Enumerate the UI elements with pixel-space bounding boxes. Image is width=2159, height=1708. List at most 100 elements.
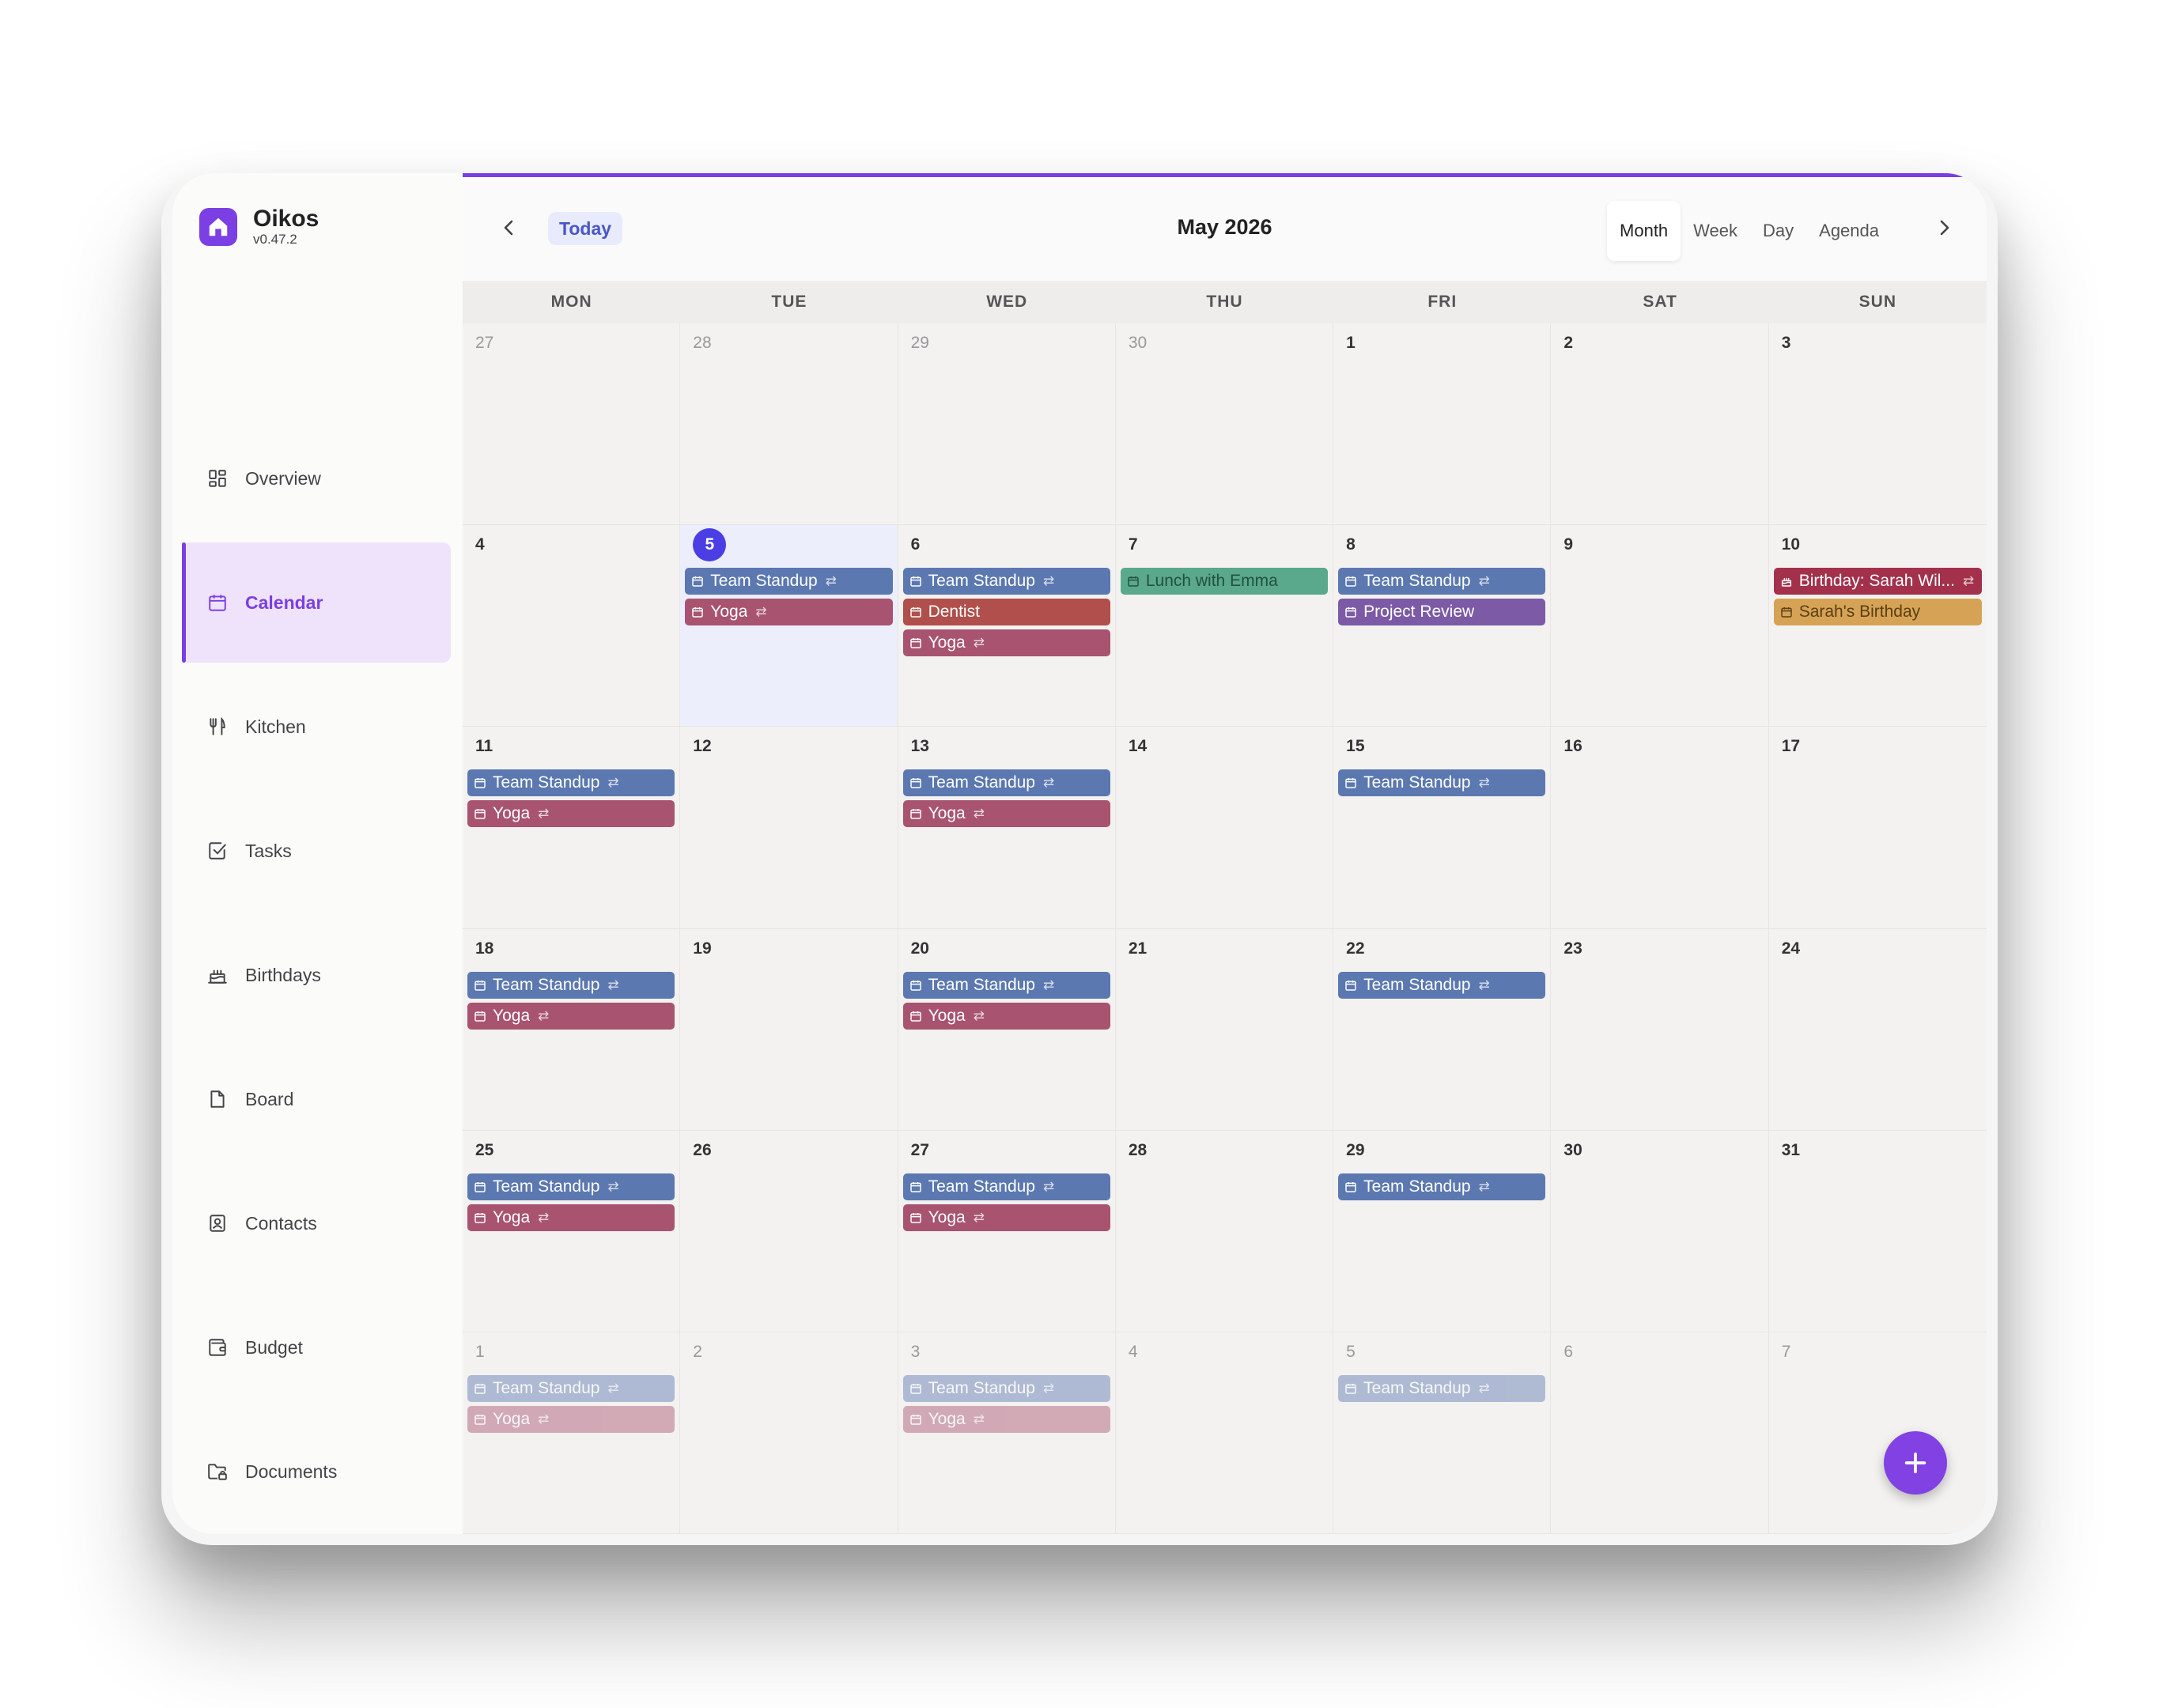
day-cell[interactable]: 19 <box>680 928 898 1131</box>
event-project-review[interactable]: Project Review <box>1338 599 1546 626</box>
repeat-icon: ⇄ <box>973 806 985 822</box>
sidebar-item-birthdays[interactable]: Birthdays <box>182 915 451 1035</box>
day-cell[interactable]: 10 Birthday: Sarah Wil... ⇄ Sarah's Birthda… <box>1768 525 1987 727</box>
day-cell[interactable]: 6 <box>1551 1332 1769 1534</box>
day-cell[interactable]: 12 <box>680 727 898 929</box>
chevron-right-icon <box>1940 220 1949 236</box>
view-week-button[interactable]: Week <box>1681 201 1750 261</box>
event-team-standup[interactable]: Team Standup ⇄ <box>1338 769 1546 797</box>
day-cell[interactable]: 26 <box>680 1130 898 1332</box>
day-cell[interactable]: 30 <box>1551 1130 1769 1332</box>
day-number: 19 <box>693 939 712 958</box>
calendar-icon <box>1344 777 1363 789</box>
event-title: Team Standup <box>1363 1378 1471 1397</box>
day-cell[interactable]: 30 <box>1115 323 1334 526</box>
day-cell[interactable]: 7 Lunch with Emma <box>1115 525 1334 727</box>
day-cell[interactable]: 1 Team Standup ⇄ Yoga ⇄ <box>463 1332 681 1534</box>
sidebar-item-board[interactable]: Board <box>182 1039 451 1159</box>
day-cell[interactable]: 7 <box>1768 1332 1987 1534</box>
event-team-standup[interactable]: Team Standup ⇄ <box>467 1374 675 1402</box>
view-month-button[interactable]: Month <box>1607 201 1681 261</box>
sidebar-item-calendar[interactable]: Calendar <box>182 542 451 663</box>
day-cell[interactable]: 3 <box>1768 323 1987 526</box>
day-cell[interactable]: 28 <box>1115 1130 1334 1332</box>
day-cell[interactable]: 8 Team Standup ⇄ Project Review <box>1333 525 1552 727</box>
event-team-standup[interactable]: Team Standup ⇄ <box>685 568 893 595</box>
sidebar-item-documents[interactable]: Documents <box>182 1411 451 1532</box>
day-cell[interactable]: 14 <box>1115 727 1334 929</box>
wallet-icon <box>206 1336 229 1359</box>
event-yoga[interactable]: Yoga ⇄ <box>467 1204 675 1231</box>
view-day-button[interactable]: Day <box>1750 201 1806 261</box>
repeat-icon: ⇄ <box>607 775 619 791</box>
sidebar-item-kitchen[interactable]: Kitchen <box>182 667 451 787</box>
event-yoga[interactable]: Yoga ⇄ <box>902 1204 1110 1231</box>
day-cell[interactable]: 21 <box>1115 928 1334 1131</box>
sidebar-item-budget[interactable]: Budget <box>182 1287 451 1408</box>
day-cell[interactable]: 27 Team Standup ⇄ Yoga ⇄ <box>898 1130 1116 1332</box>
event-team-standup[interactable]: Team Standup ⇄ <box>1338 568 1546 595</box>
event-team-standup[interactable]: Team Standup ⇄ <box>902 971 1110 999</box>
view-agenda-button[interactable]: Agenda <box>1806 201 1892 261</box>
day-cell[interactable]: 27 <box>463 323 681 526</box>
repeat-icon: ⇄ <box>755 604 767 620</box>
event-team-standup[interactable]: Team Standup ⇄ <box>467 769 675 797</box>
day-cell[interactable]: 20 Team Standup ⇄ Yoga ⇄ <box>898 928 1116 1131</box>
event-birthday-sarah-wil[interactable]: Birthday: Sarah Wil... ⇄ <box>1773 568 1982 595</box>
event-yoga[interactable]: Yoga ⇄ <box>902 1002 1110 1030</box>
day-cell[interactable]: 29 Team Standup ⇄ <box>1333 1130 1552 1332</box>
day-cell[interactable]: 24 <box>1768 929 1987 1131</box>
add-event-button[interactable] <box>1884 1431 1947 1494</box>
event-yoga[interactable]: Yoga ⇄ <box>467 1002 675 1030</box>
repeat-icon: ⇄ <box>538 1209 550 1225</box>
event-dentist[interactable]: Dentist <box>902 599 1110 626</box>
repeat-icon: ⇄ <box>1043 775 1055 791</box>
event-team-standup[interactable]: Team Standup ⇄ <box>902 568 1110 595</box>
event-yoga[interactable]: Yoga ⇄ <box>902 629 1110 657</box>
day-cell[interactable]: 17 <box>1768 727 1987 929</box>
weekday-label: TUE <box>771 293 807 311</box>
day-cell[interactable]: 16 <box>1551 727 1769 929</box>
day-cell[interactable]: 31 <box>1768 1131 1987 1332</box>
event-sarah-s-birthday[interactable]: Sarah's Birthday <box>1773 599 1982 626</box>
event-lunch-with-emma[interactable]: Lunch with Emma <box>1120 568 1329 595</box>
day-cell[interactable]: 25 Team Standup ⇄ Yoga ⇄ <box>463 1130 681 1332</box>
day-cell[interactable]: 29 <box>898 323 1116 526</box>
day-cell[interactable]: 3 Team Standup ⇄ Yoga ⇄ <box>898 1332 1116 1534</box>
sidebar-item-contacts[interactable]: Contacts <box>182 1163 451 1283</box>
day-cell[interactable]: 22 Team Standup ⇄ <box>1333 928 1552 1131</box>
sidebar-item-tasks[interactable]: Tasks <box>182 791 451 911</box>
day-cell[interactable]: 5 Team Standup ⇄ Yoga ⇄ <box>680 525 898 727</box>
event-team-standup[interactable]: Team Standup ⇄ <box>467 1173 675 1200</box>
event-team-standup[interactable]: Team Standup ⇄ <box>902 1374 1110 1402</box>
event-team-standup[interactable]: Team Standup ⇄ <box>902 1173 1110 1200</box>
event-team-standup[interactable]: Team Standup ⇄ <box>902 769 1110 797</box>
sidebar-item-overview[interactable]: Overview <box>182 418 451 538</box>
day-cell[interactable]: 2 <box>680 1332 898 1534</box>
day-cell[interactable]: 2 <box>1551 323 1769 526</box>
day-cell[interactable]: 28 <box>680 323 898 526</box>
day-cell[interactable]: 6 Team Standup ⇄ Dentist Yoga ⇄ <box>898 525 1116 727</box>
day-cell[interactable]: 11 Team Standup ⇄ Yoga ⇄ <box>463 727 681 929</box>
event-yoga[interactable]: Yoga ⇄ <box>685 599 893 626</box>
event-yoga[interactable]: Yoga ⇄ <box>467 1405 675 1433</box>
day-cell[interactable]: 4 <box>463 525 681 727</box>
day-cell[interactable]: 1 <box>1333 323 1552 526</box>
event-yoga[interactable]: Yoga ⇄ <box>902 800 1110 828</box>
day-cell[interactable]: 5 Team Standup ⇄ <box>1333 1332 1552 1534</box>
event-yoga[interactable]: Yoga ⇄ <box>467 800 675 828</box>
day-cell[interactable]: 15 Team Standup ⇄ <box>1333 727 1552 929</box>
next-month-button[interactable] <box>1925 209 1963 247</box>
day-cell[interactable]: 18 Team Standup ⇄ Yoga ⇄ <box>463 928 681 1131</box>
event-team-standup[interactable]: Team Standup ⇄ <box>1338 1374 1546 1402</box>
day-cell[interactable]: 4 <box>1115 1332 1334 1534</box>
day-cell[interactable]: 13 Team Standup ⇄ Yoga ⇄ <box>898 727 1116 929</box>
event-team-standup[interactable]: Team Standup ⇄ <box>1338 971 1546 999</box>
event-yoga[interactable]: Yoga ⇄ <box>902 1405 1110 1433</box>
event-title: Yoga <box>928 1006 966 1025</box>
day-cell[interactable]: 9 <box>1551 525 1769 727</box>
event-team-standup[interactable]: Team Standup ⇄ <box>1338 1173 1546 1200</box>
calendar-icon <box>909 1010 928 1022</box>
event-team-standup[interactable]: Team Standup ⇄ <box>467 971 675 999</box>
day-cell[interactable]: 23 <box>1551 928 1769 1131</box>
